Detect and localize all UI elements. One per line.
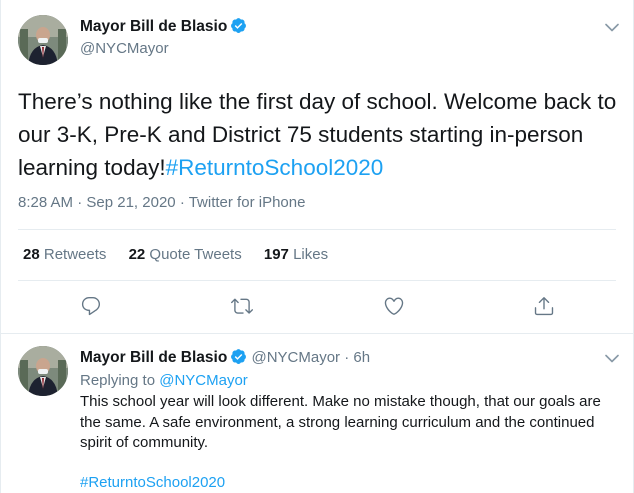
like-button[interactable] — [383, 295, 405, 317]
quote-tweets-label: Quote Tweets — [149, 246, 242, 263]
likes-label: Likes — [293, 246, 329, 263]
retweets-stat[interactable]: 28 Retweets — [23, 245, 106, 265]
separator-dot: · — [77, 194, 83, 211]
tweet-date[interactable]: Sep 21, 2020 — [86, 194, 175, 211]
replying-label: Replying to — [80, 372, 156, 389]
chevron-down-icon[interactable] — [605, 23, 619, 32]
author-block: Mayor Bill de Blasio @NYCMayor — [80, 17, 247, 59]
verified-badge-icon — [231, 349, 247, 364]
avatar[interactable] — [18, 346, 68, 396]
heart-icon — [384, 297, 404, 315]
tweet-text: There’s nothing like the first day of sc… — [18, 85, 618, 184]
replying-to: Replying to @NYCMayor — [80, 371, 610, 391]
retweet-button[interactable] — [231, 295, 253, 317]
tweet-time[interactable]: 8:28 AM — [18, 194, 73, 211]
tweet-age[interactable]: 6h — [353, 349, 370, 366]
reply-icon — [81, 297, 101, 316]
reply-button[interactable] — [80, 295, 102, 317]
quote-tweets-stat[interactable]: 22 Quote Tweets — [129, 245, 242, 265]
action-bar — [1, 293, 634, 323]
handle[interactable]: @NYCMayor — [251, 349, 340, 366]
hashtag-link[interactable]: #ReturntoSchool2020 — [80, 474, 225, 491]
mention-link[interactable]: @NYCMayor — [159, 372, 248, 389]
reply-tweet[interactable]: Mayor Bill de Blasio @NYCMayor · 6h Repl… — [1, 334, 633, 492]
retweets-label: Retweets — [43, 246, 107, 263]
display-name-text[interactable]: Mayor Bill de Blasio — [80, 18, 227, 35]
divider — [18, 229, 616, 230]
reply-hashtag-line: #ReturntoSchool2020 — [80, 473, 610, 493]
avatar[interactable] — [18, 15, 68, 65]
share-icon — [534, 297, 554, 316]
avatar-image — [18, 15, 68, 65]
retweets-count: 28 — [23, 246, 40, 263]
verified-badge-icon — [231, 18, 247, 33]
display-name[interactable]: Mayor Bill de Blasio — [80, 17, 247, 36]
quote-tweets-count: 22 — [128, 246, 146, 263]
tweet-thread: Mayor Bill de Blasio @NYCMayor There’s n… — [0, 0, 634, 493]
handle[interactable]: @NYCMayor — [80, 39, 247, 59]
separator-dot: · — [179, 194, 185, 211]
reply-body: Mayor Bill de Blasio @NYCMayor · 6h Repl… — [80, 348, 610, 493]
share-button[interactable] — [533, 295, 555, 317]
reply-header: Mayor Bill de Blasio @NYCMayor · 6h — [80, 348, 610, 368]
display-name[interactable]: Mayor Bill de Blasio — [80, 349, 227, 366]
likes-count: 197 — [263, 246, 289, 263]
main-tweet[interactable]: Mayor Bill de Blasio @NYCMayor There’s n… — [1, 0, 633, 334]
separator-dot: · — [344, 349, 350, 366]
tweet-source[interactable]: Twitter for iPhone — [189, 194, 306, 211]
hashtag-link[interactable]: #ReturntoSchool2020 — [166, 155, 384, 180]
avatar-image — [18, 346, 68, 396]
likes-stat[interactable]: 197 Likes — [264, 245, 328, 265]
retweet-icon — [231, 298, 253, 314]
tweet-stats: 28 Retweets 22 Quote Tweets 197 Likes — [23, 245, 346, 265]
tweet-metadata: 8:28 AM · Sep 21, 2020 · Twitter for iPh… — [18, 193, 305, 213]
divider — [18, 280, 616, 281]
reply-text: This school year will look different. Ma… — [80, 393, 601, 451]
